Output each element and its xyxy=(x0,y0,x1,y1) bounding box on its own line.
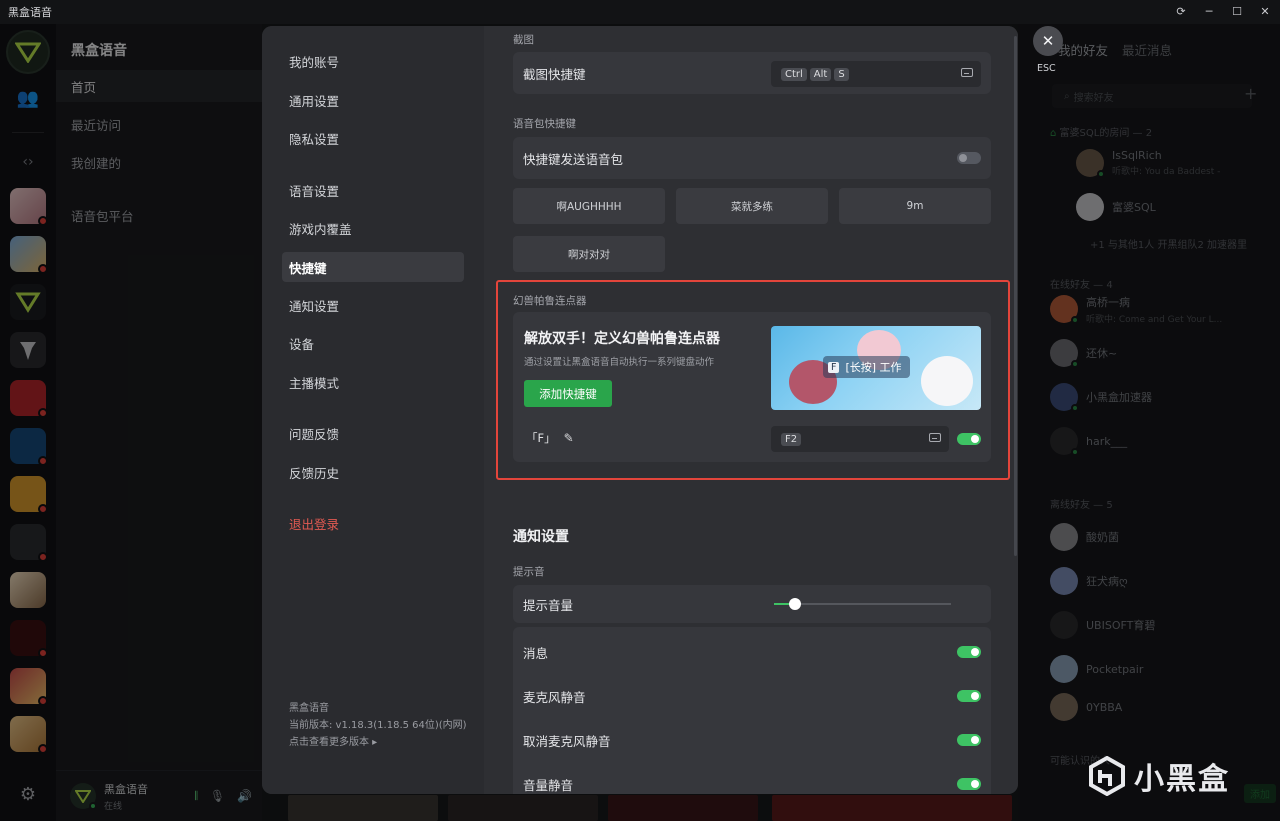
notification-toggles-card: 消息 麦克风静音 取消麦克风静音 音量静音 xyxy=(513,627,991,794)
key-cap: Ctrl xyxy=(781,67,807,81)
macro-key-name: 「F」 ✎ xyxy=(526,430,574,446)
macro-key-label: 「F」 xyxy=(526,431,556,445)
key-cap: F2 xyxy=(781,432,802,446)
notification-toggle-row: 麦克风静音 xyxy=(513,674,991,718)
settings-nav-account[interactable]: 我的账号 xyxy=(282,46,464,76)
window-title: 黑盒语音 xyxy=(8,6,52,19)
title-bar: 黑盒语音 ⟳ ─ ☐ ✕ xyxy=(0,0,1280,24)
version-number: 当前版本: v1.18.3(1.18.5 64位)(内网) xyxy=(289,720,467,731)
more-versions-link[interactable]: 点击查看更多版本 ▸ xyxy=(289,734,469,751)
settings-nav: 我的账号 通用设置 隐私设置 语音设置 游戏内覆盖 快捷键 通知设置 设备 主播… xyxy=(262,26,484,794)
macro-illustration-key: F xyxy=(828,361,840,373)
macro-trigger-field[interactable]: F2 xyxy=(771,426,949,452)
close-window-icon[interactable]: ✕ xyxy=(1258,3,1272,19)
volume-slider[interactable] xyxy=(774,598,951,610)
refresh-icon[interactable]: ⟳ xyxy=(1174,3,1188,19)
settings-nav-overlay[interactable]: 游戏内覆盖 xyxy=(282,213,464,243)
volume-label: 提示音量 xyxy=(523,597,574,613)
settings-nav-general[interactable]: 通用设置 xyxy=(282,85,464,115)
voicepack-item[interactable]: 啊AUGHHHH xyxy=(513,188,665,224)
voicepack-item[interactable]: 9m xyxy=(839,188,991,224)
voicepack-item[interactable]: 啊对对对 xyxy=(513,236,665,272)
esc-hint: ESC xyxy=(1037,63,1056,74)
screenshot-hotkey-label: 截图快捷键 xyxy=(523,66,586,82)
settings-nav-voice[interactable]: 语音设置 xyxy=(282,175,464,205)
settings-nav-devices[interactable]: 设备 xyxy=(282,328,464,358)
key-cap: Alt xyxy=(809,67,832,81)
macro-toggle[interactable] xyxy=(957,433,981,445)
settings-nav-hotkeys[interactable]: 快捷键 xyxy=(282,252,464,282)
settings-nav-privacy[interactable]: 隐私设置 xyxy=(282,123,464,153)
notification-toggle-row: 音量静音 xyxy=(513,762,991,794)
mic-mute-toggle[interactable] xyxy=(957,690,981,702)
settings-nav-notifications[interactable]: 通知设置 xyxy=(282,290,464,320)
mic-unmute-toggle[interactable] xyxy=(957,734,981,746)
voicepack-item[interactable]: 菜就多练 xyxy=(676,188,828,224)
voicepack-hotkey-label: 快捷键发送语音包 xyxy=(523,151,624,167)
settings-modal: 我的账号 通用设置 隐私设置 语音设置 游戏内覆盖 快捷键 通知设置 设备 主播… xyxy=(262,26,1018,794)
settings-nav-streamer[interactable]: 主播模式 xyxy=(282,367,464,397)
window-controls: ⟳ ─ ☐ ✕ xyxy=(1174,3,1272,19)
version-info: 黑盒语音 当前版本: v1.18.3(1.18.5 64位)(内网) 点击查看更… xyxy=(289,700,469,751)
section-label-screenshot: 截图 xyxy=(513,34,534,46)
message-toggle[interactable] xyxy=(957,646,981,658)
keyboard-icon xyxy=(961,68,973,77)
macro-illustration: F [长按] 工作 xyxy=(771,326,981,410)
settings-content: 截图 截图快捷键 Ctrl Alt S 语音包快捷键 快捷键发送语音包 啊AUG… xyxy=(484,26,1018,794)
settings-nav-feedback[interactable]: 问题反馈 xyxy=(282,418,464,448)
add-hotkey-button[interactable]: 添加快捷键 xyxy=(524,380,612,407)
edit-pencil-icon[interactable]: ✎ xyxy=(564,431,574,445)
maximize-icon[interactable]: ☐ xyxy=(1230,3,1244,19)
macro-illustration-text: [长按] 工作 xyxy=(845,361,902,374)
macro-card: 解放双手！定义幻兽帕鲁连点器 通过设置让黑盒语音自动执行一系列键盘动作 添加快捷… xyxy=(513,312,991,462)
section-label-voicepack: 语音包快捷键 xyxy=(513,118,576,130)
voicepack-toggle[interactable] xyxy=(957,152,981,164)
close-icon: ✕ xyxy=(1041,32,1055,50)
watermark-logo-icon xyxy=(1089,756,1125,796)
section-label-sound: 提示音 xyxy=(513,566,545,578)
volume-mute-toggle[interactable] xyxy=(957,778,981,790)
version-app-name: 黑盒语音 xyxy=(289,703,329,714)
screenshot-hotkey-field[interactable]: Ctrl Alt S xyxy=(771,61,981,87)
keyboard-icon xyxy=(929,433,941,442)
minimize-icon[interactable]: ─ xyxy=(1202,3,1216,19)
settings-nav-feedback-history[interactable]: 反馈历史 xyxy=(282,457,464,487)
close-modal-button[interactable]: ✕ xyxy=(1033,26,1063,56)
section-label-macro: 幻兽帕鲁连点器 xyxy=(513,295,587,307)
macro-description: 通过设置让黑盒语音自动执行一系列键盘动作 xyxy=(524,357,715,368)
voicepack-hotkey-row: 快捷键发送语音包 xyxy=(513,137,991,179)
notifications-title: 通知设置 xyxy=(513,529,569,545)
macro-illustration-tag: F [长按] 工作 xyxy=(823,356,910,378)
logout-button[interactable]: 退出登录 xyxy=(282,508,464,538)
screenshot-hotkey-row: 截图快捷键 Ctrl Alt S xyxy=(513,52,991,94)
macro-headline: 解放双手！定义幻兽帕鲁连点器 xyxy=(524,331,720,347)
notification-toggle-row: 取消麦克风静音 xyxy=(513,718,991,762)
key-cap: S xyxy=(834,67,849,81)
watermark: 小黑盒 xyxy=(1088,754,1230,798)
notification-toggle-row: 消息 xyxy=(513,630,991,674)
scrollbar[interactable] xyxy=(1014,36,1017,556)
watermark-text: 小黑盒 xyxy=(1134,762,1230,797)
